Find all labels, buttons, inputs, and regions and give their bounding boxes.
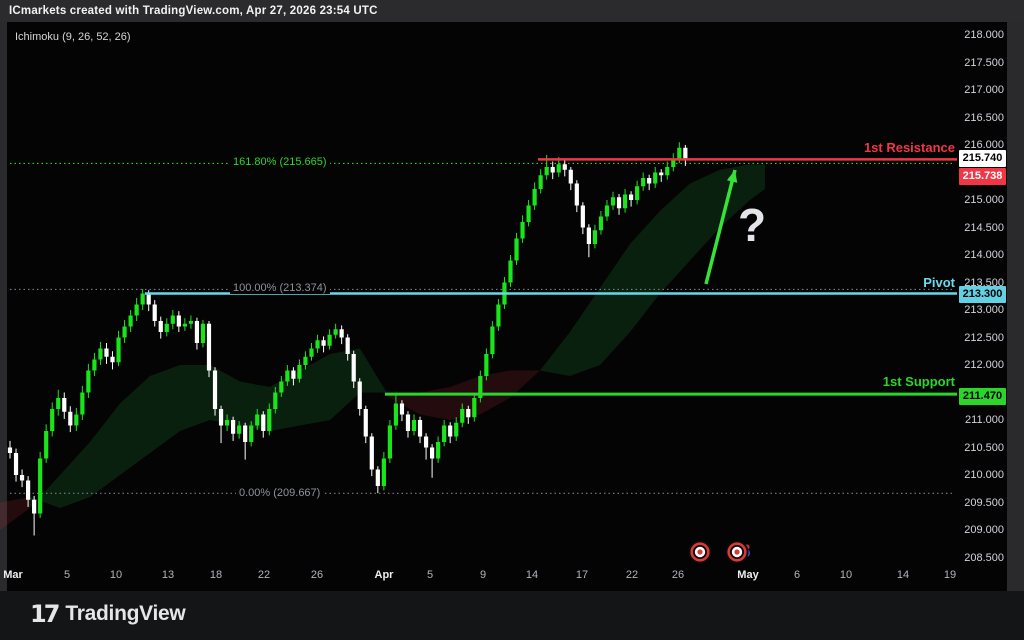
price-axis-label: 210.000 [958, 469, 1004, 481]
time-axis-label: 14 [883, 569, 923, 581]
price-axis-label: 212.500 [958, 332, 1004, 344]
record-sticker-icon-1[interactable] [689, 541, 712, 564]
price-axis-label: 217.000 [958, 84, 1004, 96]
fib-level-label-100[interactable]: 100.00% (213.374) [230, 282, 330, 294]
record-sticker-icon-2[interactable] [726, 541, 751, 564]
time-axis-label: 13 [148, 569, 188, 581]
time-axis-label: Mar [0, 569, 33, 581]
price-axis-label: 217.500 [958, 57, 1004, 69]
time-axis-label: 5 [410, 569, 450, 581]
tradingview-window: ICmarkets created with TradingView.com, … [0, 0, 1024, 640]
question-mark-annotation[interactable]: ? [738, 198, 766, 252]
price-axis-label: 214.500 [958, 222, 1004, 234]
pivot-label[interactable]: Pivot [655, 275, 955, 290]
price-axis-label: 208.500 [958, 552, 1004, 564]
time-axis-label: 10 [826, 569, 866, 581]
last-price-badge: 215.740 [959, 150, 1006, 167]
price-axis-label: 216.500 [958, 112, 1004, 124]
price-axis-label: 211.000 [958, 414, 1004, 426]
time-axis-label: 6 [777, 569, 817, 581]
fib-level-label-0[interactable]: 0.00% (209.667) [236, 487, 323, 499]
resistance-price-badge: 215.738 [959, 168, 1006, 185]
time-axis-label: 22 [612, 569, 652, 581]
time-axis-label: 5 [47, 569, 87, 581]
time-axis-label: 19 [930, 569, 970, 581]
time-axis-label: 9 [463, 569, 503, 581]
time-axis-label: 17 [562, 569, 602, 581]
indicator-legend-label: Ichimoku (9, 26, 52, 26) [15, 31, 131, 43]
time-axis-label: Apr [364, 569, 404, 581]
time-axis-label: 10 [96, 569, 136, 581]
price-axis-label: 215.000 [958, 194, 1004, 206]
price-axis-label: 209.500 [958, 497, 1004, 509]
time-axis-label: May [728, 569, 768, 581]
resistance-label[interactable]: 1st Resistance [655, 140, 955, 155]
time-axis-label: 26 [658, 569, 698, 581]
time-axis-label: 26 [297, 569, 337, 581]
price-axis-label: 210.500 [958, 442, 1004, 454]
price-axis-label: 218.000 [958, 29, 1004, 41]
footer-bar: 17 TradingView [0, 591, 1024, 640]
time-axis-label: 18 [196, 569, 236, 581]
support-price-badge: 211.470 [959, 388, 1006, 405]
price-chart[interactable] [0, 0, 1024, 640]
time-axis-label: 14 [512, 569, 552, 581]
price-axis-label: 213.000 [958, 304, 1004, 316]
indicator-legend[interactable]: Ichimoku (9, 26, 52, 26) [15, 31, 131, 43]
fib-level-label-161[interactable]: 161.80% (215.665) [230, 156, 330, 168]
pivot-price-badge: 213.300 [959, 286, 1006, 303]
support-label[interactable]: 1st Support [655, 374, 955, 389]
price-axis-label: 212.000 [958, 359, 1004, 371]
price-axis-label: 209.000 [958, 524, 1004, 536]
tradingview-logo-icon: 17 [30, 600, 57, 628]
tradingview-logo[interactable]: 17 TradingView [30, 600, 185, 628]
time-axis-label: 22 [244, 569, 284, 581]
tradingview-wordmark: TradingView [65, 602, 185, 626]
price-axis-label: 214.000 [958, 249, 1004, 261]
